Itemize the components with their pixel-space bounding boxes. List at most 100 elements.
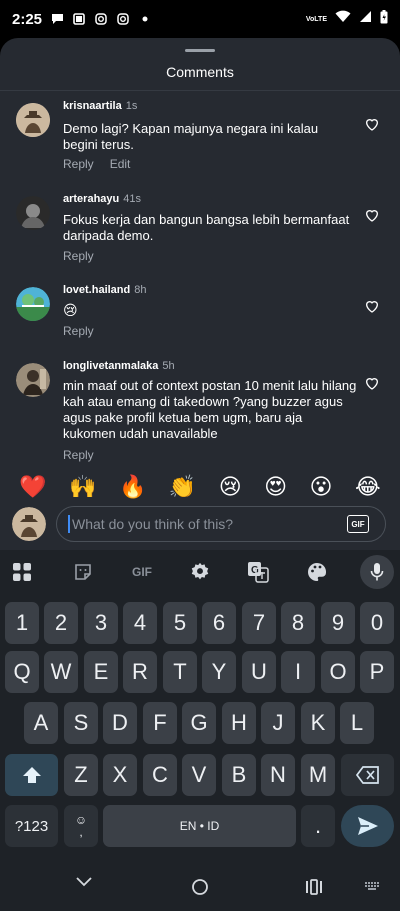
settings-gear-icon[interactable] xyxy=(188,560,212,584)
key-o[interactable]: O xyxy=(321,651,355,693)
like-heart-icon[interactable] xyxy=(364,207,380,223)
key-j[interactable]: J xyxy=(261,702,295,744)
apps-grid-icon[interactable] xyxy=(10,560,34,584)
instagram-icon xyxy=(94,12,108,26)
key-8[interactable]: 8 xyxy=(281,602,315,644)
comment-text: Demo lagi? Kapan majunya negara ini kala… xyxy=(63,121,319,152)
backspace-key[interactable] xyxy=(341,754,394,796)
reaction-raised-hands[interactable]: 🙌 xyxy=(69,474,96,500)
reaction-surprised[interactable]: 😮 xyxy=(310,474,333,500)
avatar[interactable] xyxy=(16,363,50,397)
reply-button[interactable]: Reply xyxy=(63,249,94,263)
dot-icon xyxy=(138,12,152,26)
keyboard-toolbar: GIF G xyxy=(0,550,400,594)
comment-time: 5h xyxy=(162,360,175,372)
status-time: 2:25 xyxy=(12,10,43,28)
comment-time: 8h xyxy=(134,284,147,296)
comment-username[interactable]: lovet.hailand xyxy=(63,284,130,296)
comment-text: 😢 xyxy=(63,302,78,318)
key-i[interactable]: I xyxy=(281,651,315,693)
like-heart-icon[interactable] xyxy=(364,298,380,314)
key-k[interactable]: K xyxy=(301,702,335,744)
key-h[interactable]: H xyxy=(222,702,256,744)
key-t[interactable]: T xyxy=(163,651,197,693)
key-p[interactable]: P xyxy=(360,651,394,693)
key-n[interactable]: N xyxy=(261,754,295,796)
edit-button[interactable]: Edit xyxy=(110,157,131,171)
key-b[interactable]: B xyxy=(222,754,256,796)
key-7[interactable]: 7 xyxy=(242,602,276,644)
comment-username[interactable]: arterahayu xyxy=(63,193,119,205)
space-bar[interactable]: EN • ID xyxy=(103,805,296,847)
comment-composer: GIF xyxy=(0,503,400,547)
send-key[interactable] xyxy=(341,805,394,847)
key-0[interactable]: 0 xyxy=(360,602,394,644)
key-y[interactable]: Y xyxy=(202,651,236,693)
key-4[interactable]: 4 xyxy=(123,602,157,644)
reaction-heart[interactable]: ❤️ xyxy=(19,474,46,500)
square-icon xyxy=(72,12,86,26)
key-g[interactable]: G xyxy=(182,702,216,744)
theme-palette-icon[interactable] xyxy=(305,560,329,584)
reply-button[interactable]: Reply xyxy=(63,324,94,338)
home-button[interactable] xyxy=(191,878,209,896)
key-u[interactable]: U xyxy=(242,651,276,693)
drag-handle[interactable] xyxy=(185,49,215,52)
gif-button[interactable]: GIF xyxy=(347,515,369,533)
symbols-key[interactable]: ?123 xyxy=(5,805,58,847)
key-x[interactable]: X xyxy=(103,754,137,796)
key-6[interactable]: 6 xyxy=(202,602,236,644)
reaction-fire[interactable]: 🔥 xyxy=(119,474,146,500)
reaction-clap[interactable]: 👏 xyxy=(169,474,196,500)
key-w[interactable]: W xyxy=(44,651,78,693)
key-z[interactable]: Z xyxy=(64,754,98,796)
sticker-icon[interactable] xyxy=(71,560,95,584)
avatar[interactable] xyxy=(16,287,50,321)
key-5[interactable]: 5 xyxy=(163,602,197,644)
system-nav-bar xyxy=(0,858,400,911)
avatar[interactable] xyxy=(16,196,50,230)
reaction-heart-eyes[interactable]: 😍 xyxy=(264,474,287,500)
key-s[interactable]: S xyxy=(64,702,98,744)
keyboard: GIF G 1 2 3 4 5 6 7 8 9 0 Q W E R T Y U … xyxy=(0,550,400,858)
recents-button[interactable] xyxy=(305,879,323,895)
reaction-laughing[interactable]: 😂 xyxy=(355,474,381,500)
keyboard-switch-icon[interactable] xyxy=(365,882,381,892)
avatar[interactable] xyxy=(16,103,50,137)
like-heart-icon[interactable] xyxy=(364,116,380,132)
reply-button[interactable]: Reply xyxy=(63,157,94,171)
my-avatar xyxy=(12,507,46,541)
comment-username[interactable]: krisnaartila xyxy=(63,100,122,112)
key-d[interactable]: D xyxy=(103,702,137,744)
period-key[interactable]: . xyxy=(301,805,335,847)
key-9[interactable]: 9 xyxy=(321,602,355,644)
key-r[interactable]: R xyxy=(123,651,157,693)
comment-input[interactable] xyxy=(72,513,332,535)
emoji-comma-key[interactable]: ☺ , xyxy=(64,805,98,847)
reaction-cry[interactable]: 😢 xyxy=(219,474,242,500)
instagram-icon xyxy=(116,12,130,26)
reply-button[interactable]: Reply xyxy=(63,448,94,462)
translate-icon[interactable]: G xyxy=(246,560,270,584)
volte-indicator: VoLTE xyxy=(305,15,327,23)
hide-keyboard-chevron-icon[interactable] xyxy=(75,876,93,888)
key-e[interactable]: E xyxy=(84,651,118,693)
comment-username[interactable]: longlivetanmalaka xyxy=(63,360,158,372)
key-v[interactable]: V xyxy=(182,754,216,796)
key-f[interactable]: F xyxy=(143,702,177,744)
key-c[interactable]: C xyxy=(143,754,177,796)
key-3[interactable]: 3 xyxy=(84,602,118,644)
shift-key[interactable] xyxy=(5,754,58,796)
battery-icon xyxy=(380,9,388,29)
key-a[interactable]: A xyxy=(24,702,58,744)
key-l[interactable]: L xyxy=(340,702,374,744)
home-circle-icon xyxy=(192,879,208,895)
key-1[interactable]: 1 xyxy=(5,602,39,644)
key-m[interactable]: M xyxy=(301,754,335,796)
key-2[interactable]: 2 xyxy=(44,602,78,644)
toolbar-gif-button[interactable]: GIF xyxy=(128,560,156,584)
key-q[interactable]: Q xyxy=(5,651,39,693)
like-heart-icon[interactable] xyxy=(364,375,380,391)
comment-field[interactable]: GIF xyxy=(56,506,386,542)
voice-input-button[interactable] xyxy=(360,555,394,589)
